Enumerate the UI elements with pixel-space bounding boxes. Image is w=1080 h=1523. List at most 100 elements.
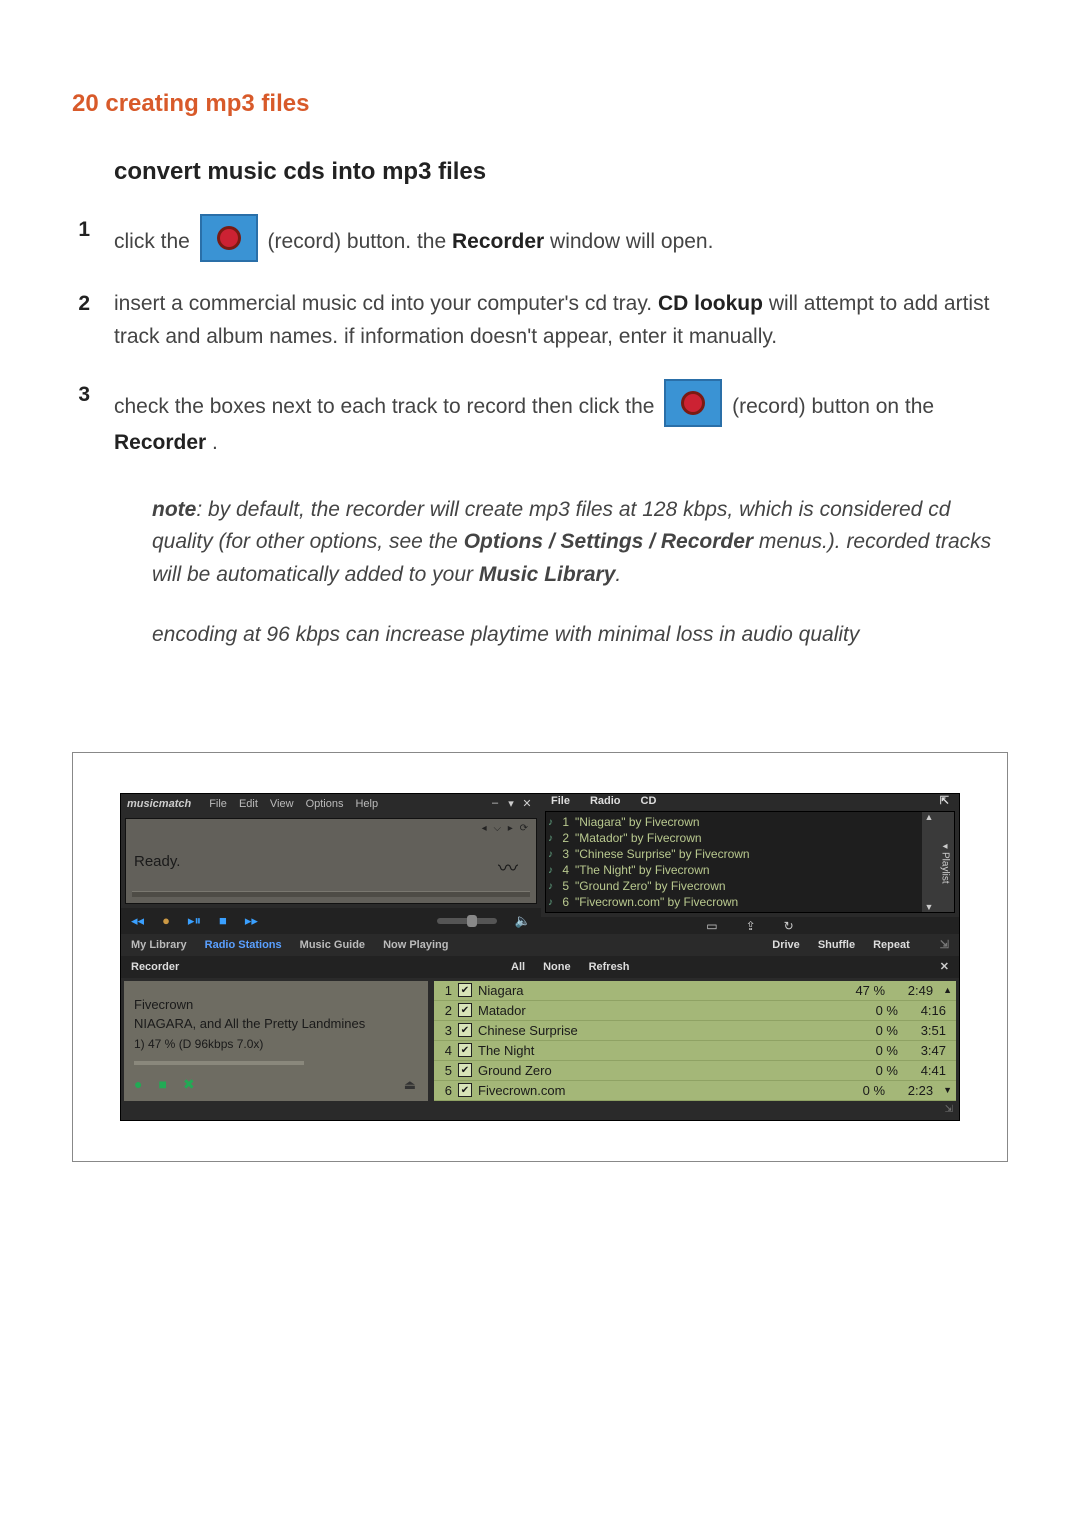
save-icon[interactable]: ▭ xyxy=(706,919,717,933)
scroll-up-icon[interactable]: ▲ xyxy=(943,985,952,995)
track-name: Ground Zero xyxy=(478,1063,838,1078)
track-num: 4 xyxy=(559,863,569,877)
track-checkbox[interactable]: ✔ xyxy=(458,1083,472,1097)
pl-file[interactable]: File xyxy=(551,795,570,807)
rec-record-icon[interactable]: ● xyxy=(134,1076,142,1093)
track-num: 6 xyxy=(559,895,569,909)
select-none-button[interactable]: None xyxy=(543,961,571,973)
track-num: 4 xyxy=(438,1043,452,1058)
playlist-side-tab[interactable]: ◂Playlist xyxy=(936,812,954,912)
rec-cancel-icon[interactable]: ✖ xyxy=(183,1076,195,1093)
track-pct: 0 % xyxy=(838,1063,898,1078)
playlist-row[interactable]: ♪1 "Niagara" by Fivecrown xyxy=(548,814,918,830)
playlist-list: ♪1 "Niagara" by Fivecrown ♪2 "Matador" b… xyxy=(546,812,922,912)
display-mini-icons[interactable]: ◂ ⌵ ▸ ⟳ xyxy=(482,823,530,834)
text: . xyxy=(212,431,218,454)
recorder-panel: Recorder All None Refresh ✕ Fivecrown NI… xyxy=(121,956,959,1120)
text: (record) button. the xyxy=(268,230,452,253)
minimize-icon[interactable]: – xyxy=(487,797,503,810)
playlist-scrollbar[interactable]: ▲▼ xyxy=(922,812,936,912)
volume-slider[interactable] xyxy=(437,918,497,924)
track-dur: 2:49 xyxy=(885,983,939,998)
play-pause-icon[interactable]: ▸⏸ xyxy=(188,913,201,929)
page-header: 20 creating mp3 files xyxy=(72,90,1008,118)
recorder-track-row[interactable]: 2✔Matador0 %4:16 xyxy=(434,1001,956,1021)
repeat-button[interactable]: Repeat xyxy=(873,939,910,951)
track-checkbox[interactable]: ✔ xyxy=(458,1023,472,1037)
menu-options[interactable]: Options xyxy=(306,798,344,810)
track-name: Niagara xyxy=(478,983,825,998)
eject-icon[interactable]: ⏏ xyxy=(404,1077,416,1093)
track-checkbox[interactable]: ✔ xyxy=(458,1043,472,1057)
close-icon[interactable]: ✕ xyxy=(519,797,535,810)
select-all-button[interactable]: All xyxy=(511,961,525,973)
shade-icon[interactable]: ▾ xyxy=(503,797,519,810)
menu-help[interactable]: Help xyxy=(355,798,378,810)
playlist-row[interactable]: ♪6 "Fivecrown.com" by Fivecrown xyxy=(548,894,918,910)
scroll-down-icon[interactable]: ▼ xyxy=(925,902,934,912)
tab-now-playing[interactable]: Now Playing xyxy=(383,939,448,951)
collapse-icon[interactable]: ◂ xyxy=(940,841,951,852)
shuffle-button[interactable]: Shuffle xyxy=(818,939,855,951)
bold: Recorder xyxy=(452,230,544,253)
playlist-row[interactable]: ♪3 "Chinese Surprise" by Fivecrown xyxy=(548,846,918,862)
stop-icon[interactable]: ■ xyxy=(219,913,227,928)
album-name: NIAGARA, and All the Pretty Landmines xyxy=(134,1016,418,1031)
track-num: 6 xyxy=(438,1083,452,1098)
track-title: "The Night" by Fivecrown xyxy=(575,863,710,877)
text: window will open. xyxy=(550,230,713,253)
refresh-icon[interactable]: ↻ xyxy=(784,919,794,933)
record-icon xyxy=(664,379,722,427)
recorder-track-row[interactable]: 5✔Ground Zero0 %4:41 xyxy=(434,1061,956,1081)
recorder-track-row[interactable]: 4✔The Night0 %3:47 xyxy=(434,1041,956,1061)
menu-edit[interactable]: Edit xyxy=(239,798,258,810)
track-title: "Fivecrown.com" by Fivecrown xyxy=(575,895,738,909)
track-checkbox[interactable]: ✔ xyxy=(458,983,472,997)
seek-bar[interactable] xyxy=(132,891,530,897)
recorder-header: Recorder All None Refresh ✕ xyxy=(121,956,959,978)
record-icon[interactable]: ● xyxy=(162,913,170,928)
track-num: 3 xyxy=(559,847,569,861)
menu-view[interactable]: View xyxy=(270,798,294,810)
track-checkbox[interactable]: ✔ xyxy=(458,1003,472,1017)
track-name: Chinese Surprise xyxy=(478,1023,838,1038)
open-icon[interactable]: ⇪ xyxy=(746,919,756,933)
menu-file[interactable]: File xyxy=(209,798,227,810)
drive-button[interactable]: Drive xyxy=(772,939,800,951)
note-block: note: by default, the recorder will crea… xyxy=(152,494,1008,652)
recorder-track-row[interactable]: 3✔Chinese Surprise0 %3:51 xyxy=(434,1021,956,1041)
playlist-row[interactable]: ♪4 "The Night" by Fivecrown xyxy=(548,862,918,878)
steps-list: 1 click the (record) button. the Recorde… xyxy=(72,214,1008,460)
resize-icon[interactable]: ⇲ xyxy=(940,938,949,951)
text: (record) button on the xyxy=(732,395,934,418)
section-title: convert music cds into mp3 files xyxy=(114,158,1008,186)
resize-icon[interactable]: ⇲ xyxy=(945,1104,953,1115)
recorder-track-row[interactable]: 6✔Fivecrown.com0 %2:23▼ xyxy=(434,1081,956,1101)
track-name: Fivecrown.com xyxy=(478,1083,825,1098)
pl-cd[interactable]: CD xyxy=(641,795,657,807)
pl-radio[interactable]: Radio xyxy=(590,795,621,807)
tab-radio[interactable]: Radio Stations xyxy=(205,939,282,951)
scroll-up-icon[interactable]: ▲ xyxy=(925,812,934,822)
speaker-icon[interactable]: 🔈 xyxy=(515,913,531,929)
refresh-button[interactable]: Refresh xyxy=(589,961,630,973)
bold: Recorder xyxy=(114,431,206,454)
next-icon[interactable]: ▸▸ xyxy=(245,913,258,929)
playlist-row[interactable]: ♪5 "Ground Zero" by Fivecrown xyxy=(548,878,918,894)
recorder-close-icon[interactable]: ✕ xyxy=(940,960,949,973)
track-pct: 0 % xyxy=(838,1043,898,1058)
artist-name: Fivecrown xyxy=(134,997,418,1012)
tab-guide[interactable]: Music Guide xyxy=(300,939,365,951)
playlist-row[interactable]: ♪2 "Matador" by Fivecrown xyxy=(548,830,918,846)
expand-icon[interactable]: ⇱ xyxy=(940,794,949,807)
track-title: "Matador" by Fivecrown xyxy=(575,831,702,845)
brand: musicmatch xyxy=(127,798,191,810)
track-name: Matador xyxy=(478,1003,838,1018)
scroll-down-icon[interactable]: ▼ xyxy=(943,1085,952,1095)
track-title: "Ground Zero" by Fivecrown xyxy=(575,879,726,893)
recorder-track-row[interactable]: 1✔Niagara47 %2:49▲ xyxy=(434,981,956,1001)
rec-stop-icon[interactable]: ■ xyxy=(158,1076,166,1093)
prev-icon[interactable]: ◂◂ xyxy=(131,913,144,929)
tab-library[interactable]: My Library xyxy=(131,939,187,951)
track-checkbox[interactable]: ✔ xyxy=(458,1063,472,1077)
